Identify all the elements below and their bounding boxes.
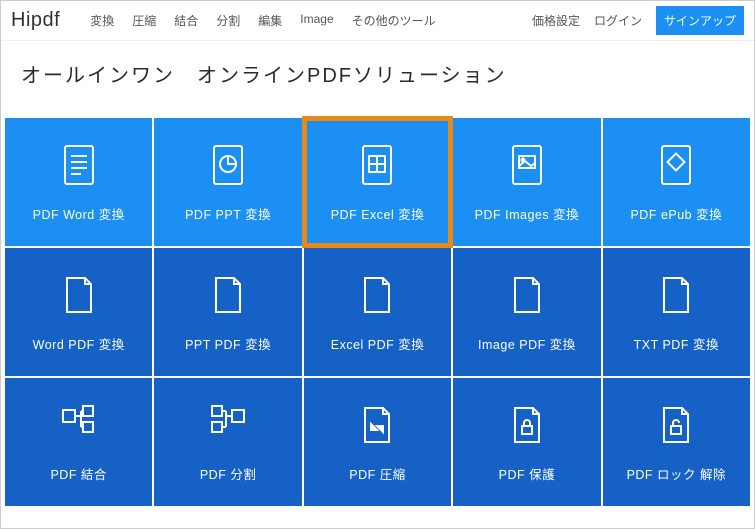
card-pdf-split[interactable]: PDF 分割 — [154, 378, 301, 506]
card-label: TXT PDF 変換 — [634, 334, 719, 353]
nav-compress[interactable]: 圧縮 — [132, 12, 156, 29]
card-label: PDF Images 変換 — [475, 204, 579, 223]
card-label: PDF Word 変換 — [33, 204, 125, 223]
card-pdf-ppt[interactable]: PDF PPT 変換 — [154, 118, 301, 246]
nav-right: 価格設定 ログイン サインアップ — [532, 6, 744, 35]
nav-links: 変換 圧縮 結合 分割 編集 Image その他のツール — [90, 12, 532, 29]
card-label: PDF ePub 変換 — [630, 204, 722, 223]
nav-pricing[interactable]: 価格設定 — [532, 12, 580, 29]
sheet-fold-icon — [357, 272, 397, 318]
card-label: PDF ロック 解除 — [627, 464, 726, 483]
card-pdf-excel[interactable]: PDF Excel 変換 — [304, 118, 451, 246]
card-pdf-unlock[interactable]: PDF ロック 解除 — [603, 378, 750, 506]
nav-other[interactable]: その他のツール — [352, 12, 436, 29]
merge-icon — [59, 402, 99, 448]
card-label: PDF 圧縮 — [349, 464, 405, 483]
navbar: Hipdf 変換 圧縮 結合 分割 編集 Image その他のツール 価格設定 … — [1, 1, 754, 41]
card-pdf-compress[interactable]: PDF 圧縮 — [304, 378, 451, 506]
split-icon — [208, 402, 248, 448]
card-pdf-images[interactable]: PDF Images 変換 — [453, 118, 600, 246]
sheet-fold-icon — [656, 272, 696, 318]
nav-merge[interactable]: 結合 — [174, 12, 198, 29]
sheet-fold-icon — [59, 272, 99, 318]
card-pdf-merge[interactable]: PDF 結合 — [5, 378, 152, 506]
card-pdf-word[interactable]: PDF Word 変換 — [5, 118, 152, 246]
card-txt-pdf[interactable]: TXT PDF 変換 — [603, 248, 750, 376]
compress-icon — [357, 402, 397, 448]
nav-split[interactable]: 分割 — [216, 12, 240, 29]
sheet-fold-icon — [208, 272, 248, 318]
doc-lines-icon — [59, 142, 99, 188]
doc-pie-icon — [208, 142, 248, 188]
nav-edit[interactable]: 編集 — [258, 12, 282, 29]
signup-button[interactable]: サインアップ — [656, 6, 744, 35]
sheet-fold-icon — [507, 272, 547, 318]
nav-login[interactable]: ログイン — [594, 12, 642, 29]
card-label: Image PDF 変換 — [478, 334, 576, 353]
doc-grid-icon — [357, 142, 397, 188]
card-label: Word PDF 変換 — [33, 334, 125, 353]
doc-image-icon — [507, 142, 547, 188]
hero: オールインワン オンラインPDFソリューション — [1, 41, 754, 118]
card-label: PDF 結合 — [50, 464, 106, 483]
card-image-pdf[interactable]: Image PDF 変換 — [453, 248, 600, 376]
lock-icon — [507, 402, 547, 448]
unlock-icon — [656, 402, 696, 448]
card-label: PDF 保護 — [499, 464, 555, 483]
card-pdf-protect[interactable]: PDF 保護 — [453, 378, 600, 506]
doc-epub-icon — [656, 142, 696, 188]
card-label: PPT PDF 変換 — [185, 334, 271, 353]
card-pdf-epub[interactable]: PDF ePub 変換 — [603, 118, 750, 246]
card-ppt-pdf[interactable]: PPT PDF 変換 — [154, 248, 301, 376]
card-excel-pdf[interactable]: Excel PDF 変換 — [304, 248, 451, 376]
card-label: PDF PPT 変換 — [185, 204, 271, 223]
nav-convert[interactable]: 変換 — [90, 12, 114, 29]
tool-grid: PDF Word 変換 PDF PPT 変換 PDF Excel 変換 — [1, 118, 754, 506]
card-label: PDF 分割 — [200, 464, 256, 483]
card-word-pdf[interactable]: Word PDF 変換 — [5, 248, 152, 376]
card-label: PDF Excel 変換 — [331, 204, 425, 223]
card-label: Excel PDF 変換 — [331, 334, 425, 353]
hero-title: オールインワン オンラインPDFソリューション — [21, 59, 734, 88]
logo[interactable]: Hipdf — [11, 9, 60, 32]
nav-image[interactable]: Image — [300, 12, 333, 29]
